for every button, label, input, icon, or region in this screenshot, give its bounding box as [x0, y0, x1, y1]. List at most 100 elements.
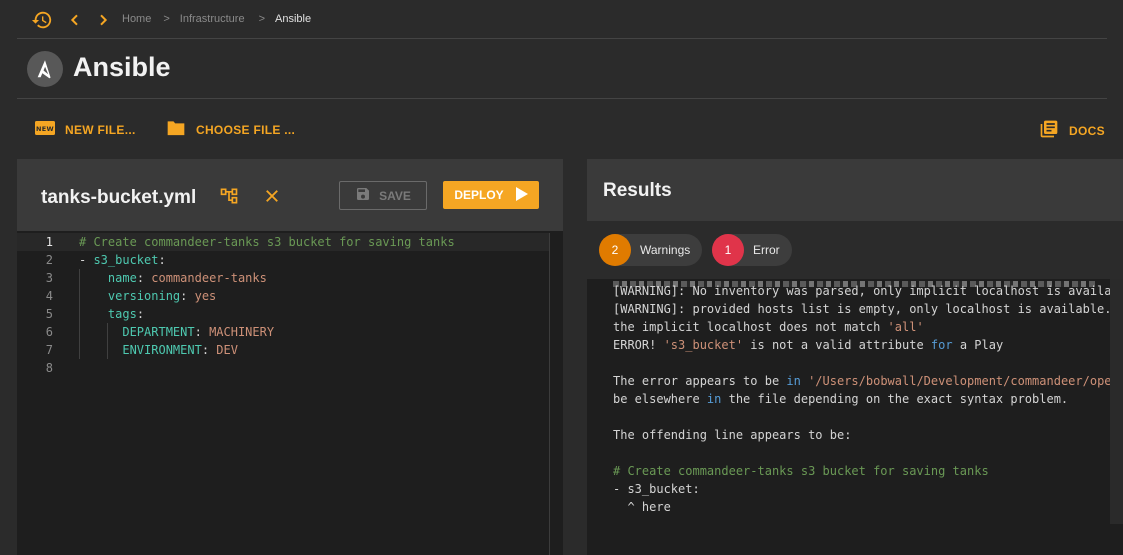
top-nav-bar: Home > Infrastructure > Ansible [0, 0, 1123, 39]
breadcrumb-home[interactable]: Home [122, 13, 151, 25]
code-token: yes [194, 289, 217, 303]
code-editor[interactable]: 1 # Create commandeer-tanks s3 bucket for… [17, 233, 549, 555]
output-token: 's3_bucket' [663, 338, 744, 352]
code-token: - [79, 253, 94, 267]
editor-scrollbar[interactable] [549, 233, 550, 555]
close-icon[interactable] [261, 185, 283, 207]
results-scrollbar[interactable] [1110, 279, 1123, 524]
code-token: : [136, 271, 152, 285]
editor-header: tanks-bucket.yml SAVE DEPLOY [17, 159, 563, 231]
output-token: be elsewhere [613, 392, 707, 406]
results-panel: Results 2 Warnings 1 Error [WARNING]: No… [587, 159, 1123, 555]
warnings-chip[interactable]: 2 Warnings [599, 234, 703, 266]
page-title: Ansible [73, 52, 171, 82]
line-content: tags: [79, 305, 144, 323]
code-token: ENVIRONMENT [122, 343, 202, 357]
errors-count: 1 [712, 234, 744, 266]
line-number: 1 [45, 235, 53, 249]
editor-panel: tanks-bucket.yml SAVE DEPLOY 1 # Create … [17, 159, 563, 555]
back-icon[interactable] [64, 9, 86, 31]
results-title: Results [603, 180, 672, 201]
docs-label: DOCS [1069, 123, 1105, 138]
output-line: be elsewhere in the file depending on th… [613, 390, 1123, 408]
svg-text:NEW: NEW [36, 125, 54, 133]
code-line[interactable]: 7 ENVIRONMENT: DEV [17, 341, 549, 359]
errors-chip[interactable]: 1 Error [712, 234, 792, 266]
output-token: for [930, 338, 953, 352]
output-line: the implicit localhost does not match 'a… [613, 318, 1123, 336]
code-line[interactable]: 4 versioning: yes [17, 287, 549, 305]
play-icon [515, 186, 528, 204]
deploy-button[interactable]: DEPLOY [443, 181, 539, 209]
code-token: s3_bucket [93, 253, 159, 267]
line-content: name: commandeer-tanks [79, 269, 267, 287]
divider [17, 98, 1107, 99]
output-line: The offending line appears to be: [613, 426, 1123, 444]
new-file-label: NEW FILE... [65, 122, 136, 137]
code-token: DEPARTMENT [122, 325, 195, 339]
line-number: 8 [45, 361, 53, 375]
breadcrumb-current: Ansible [275, 13, 312, 25]
line-number: 4 [45, 289, 53, 303]
code-token: name [107, 271, 137, 285]
errors-label: Error [753, 243, 780, 257]
forward-icon[interactable] [92, 9, 114, 31]
line-content: DEPARTMENT: MACHINERY [79, 323, 274, 341]
output-line: ^ here [613, 498, 1123, 516]
code-token: # Create commandeer-tanks s3 bucket for … [79, 235, 455, 249]
output-token: '/Users/bobwall/Development/commandeer/o… [808, 374, 1112, 388]
output-token: # Create commandeer-tanks s3 bucket for … [613, 464, 989, 478]
results-header: Results [587, 159, 1123, 221]
code-token: : [180, 289, 195, 303]
output-token: ^ here [613, 500, 671, 514]
output-token: is not a valid attribute [743, 338, 931, 352]
results-output: [WARNING]: No inventory was parsed, only… [613, 282, 1123, 516]
deploy-label: DEPLOY [454, 188, 504, 202]
save-button[interactable]: SAVE [339, 181, 427, 210]
output-line: # Create commandeer-tanks s3 bucket for … [613, 462, 1123, 480]
choose-file-label: CHOOSE FILE ... [196, 122, 296, 137]
output-line: - s3_bucket: [613, 480, 1123, 498]
line-content: versioning: yes [79, 287, 216, 305]
choose-file-button[interactable]: CHOOSE FILE ... [166, 119, 295, 140]
save-icon [355, 186, 371, 205]
code-token: : [158, 253, 166, 267]
code-token: : [136, 307, 145, 321]
code-line[interactable]: 1 # Create commandeer-tanks s3 bucket for… [17, 233, 549, 251]
code-line[interactable]: 8 [17, 359, 549, 377]
file-name: tanks-bucket.yml [41, 187, 197, 208]
breadcrumb-infrastructure[interactable]: Infrastructure [180, 13, 245, 25]
code-token: versioning [107, 289, 181, 303]
structure-icon[interactable] [218, 185, 240, 207]
new-icon: NEW [35, 119, 55, 140]
output-token: in [786, 374, 801, 388]
breadcrumb-separator: > [163, 13, 170, 25]
ansible-logo-icon [27, 51, 63, 87]
code-token: DEV [216, 343, 238, 357]
save-label: SAVE [379, 188, 411, 203]
line-content: - s3_bucket: [79, 251, 166, 269]
output-token: the implicit localhost does not match [613, 320, 888, 334]
output-line: The error appears to be in '/Users/bobwa… [613, 372, 1123, 390]
code-line[interactable]: 6 DEPARTMENT: MACHINERY [17, 323, 549, 341]
output-token: [WARNING]: provided hosts list is empty,… [613, 302, 1112, 316]
results-summary: 2 Warnings 1 Error [587, 221, 1123, 279]
breadcrumb: Home > Infrastructure > Ansible [122, 13, 311, 25]
code-line[interactable]: 5 tags: [17, 305, 549, 323]
docs-button[interactable]: DOCS [1039, 119, 1105, 142]
history-icon[interactable] [31, 9, 53, 31]
warnings-label: Warnings [640, 243, 691, 257]
code-line[interactable]: 2 - s3_bucket: [17, 251, 549, 269]
line-number: 5 [45, 307, 53, 321]
line-content: # Create commandeer-tanks s3 bucket for … [79, 233, 455, 251]
new-file-button[interactable]: NEW NEW FILE... [35, 119, 136, 140]
line-number: 3 [45, 271, 53, 285]
output-line: ERROR! 's3_bucket' is not a valid attrib… [613, 336, 1123, 354]
code-line[interactable]: 3 name: commandeer-tanks [17, 269, 549, 287]
